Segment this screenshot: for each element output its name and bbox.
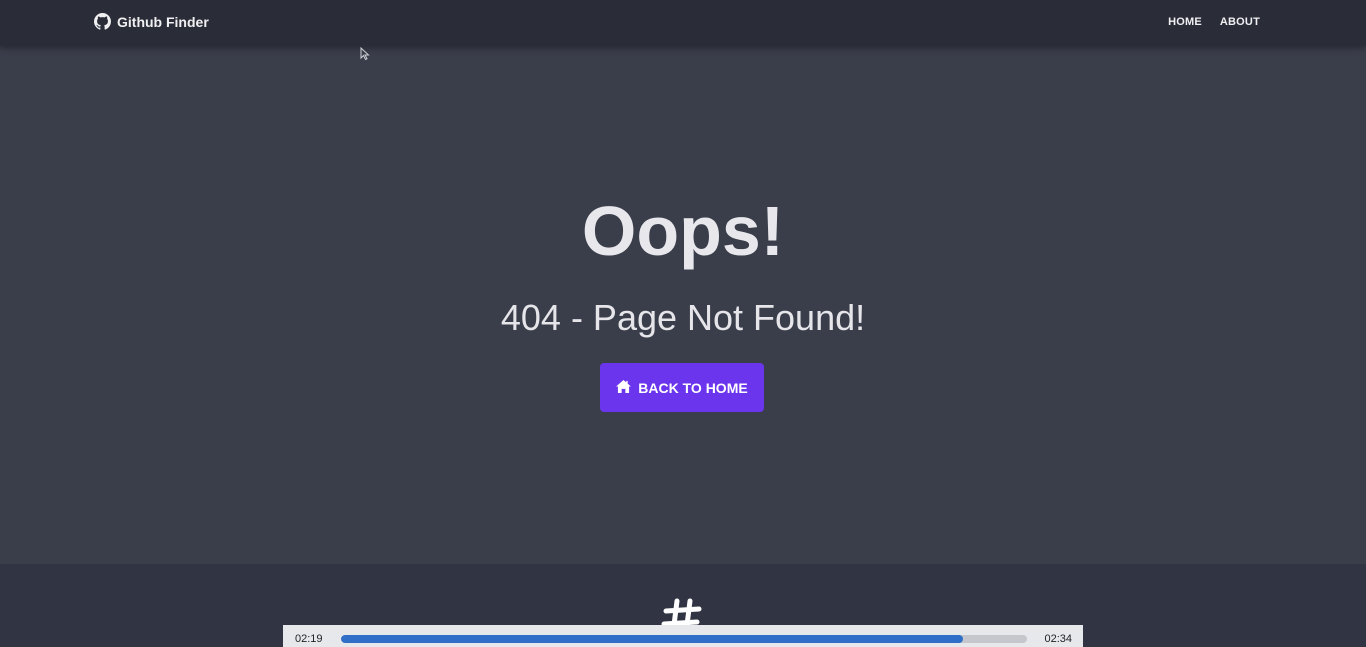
total-time: 02:34 (1044, 633, 1072, 645)
nav-link-home[interactable]: HOME (1168, 16, 1202, 28)
nav-links: HOME ABOUT (1168, 16, 1260, 28)
mouse-cursor-icon (360, 46, 370, 66)
navbar: Github Finder HOME ABOUT (0, 0, 1366, 46)
elapsed-time: 02:19 (295, 633, 323, 645)
back-to-home-label: BACK TO HOME (638, 379, 748, 396)
back-to-home-button[interactable]: BACK TO HOME (600, 363, 764, 412)
video-player-bar: 02:19 02:34 (283, 625, 1083, 647)
home-icon (616, 379, 632, 396)
progress-fill (341, 635, 963, 643)
page-title: Oops! (581, 192, 785, 270)
progress-track[interactable] (341, 635, 1027, 643)
brand-link[interactable]: Github Finder (94, 13, 209, 30)
not-found-section: Oops! 404 - Page Not Found! BACK TO HOME (0, 46, 1366, 564)
error-message: 404 - Page Not Found! (500, 297, 866, 338)
github-icon (94, 13, 111, 30)
brand-title: Github Finder (117, 13, 209, 30)
nav-link-about[interactable]: ABOUT (1220, 16, 1260, 28)
